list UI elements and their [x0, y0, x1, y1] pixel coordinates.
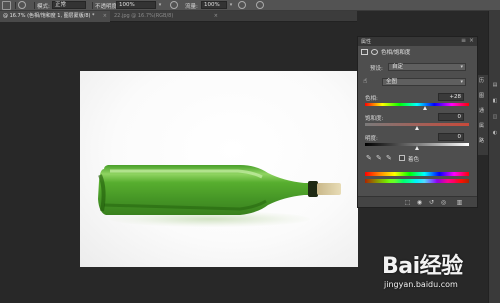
tab-active-document[interactable]: @ 16.7% (色相/饱和度 1, 图层蒙版/8) * × — [0, 11, 110, 22]
source-color-bar — [365, 172, 469, 176]
options-bar: 模式: 正常 不透明度: 100% ▾ 流量: 100% ▾ — [0, 0, 500, 11]
close-tab-icon[interactable]: × — [103, 11, 107, 22]
pressure-size-icon[interactable] — [256, 1, 264, 9]
canvas-area[interactable] — [0, 22, 358, 303]
brush-preset-icon[interactable] — [18, 1, 26, 9]
colorize-label: 着色 — [408, 157, 420, 163]
opacity-dropdown-icon[interactable]: ▾ — [157, 2, 163, 8]
hue-label: 色相: — [365, 96, 378, 102]
eyedropper-plus-icon[interactable]: ✎ — [376, 154, 384, 162]
side-tab-history[interactable]: 历 — [479, 77, 487, 86]
close-tab-icon[interactable]: × — [214, 11, 218, 22]
document-tab-bar: @ 16.7% (色相/饱和度 1, 图层蒙版/8) * × 22.jpg @ … — [0, 11, 357, 22]
saturation-label: 饱和度: — [365, 116, 384, 122]
visibility-eye-icon[interactable]: ◎ — [440, 199, 447, 206]
tab-label: @ 16.7% (色相/饱和度 1, 图层蒙版/8) * — [3, 13, 95, 19]
hue-slider-track[interactable] — [365, 103, 469, 106]
opacity-field[interactable]: 100% — [116, 1, 156, 9]
layer-mask-icon[interactable] — [371, 49, 378, 55]
properties-panel: 属性 ≡ × 色相/饱和度 预设: 自定 ▾ ☝ 全图 ▾ 色相: +28 饱和… — [357, 36, 478, 208]
divider — [92, 2, 93, 9]
adjustments-icon[interactable]: ◐ — [491, 129, 499, 137]
preset-label: 预设: — [370, 66, 383, 72]
lightness-field[interactable]: 0 — [438, 133, 464, 141]
trash-icon[interactable]: ▥ — [456, 199, 463, 206]
view-previous-icon[interactable]: ◉ — [416, 199, 423, 206]
pressure-opacity-icon[interactable] — [170, 1, 178, 9]
brush-tool-icon[interactable] — [2, 1, 11, 10]
result-color-bar — [365, 179, 469, 183]
hue-field[interactable]: +28 — [438, 93, 464, 101]
lightness-label: 明度: — [365, 136, 378, 142]
watermark-url: jingyan.baidu.com — [384, 280, 458, 289]
channel-value: 全图 — [386, 79, 398, 85]
watermark-logo: Bai经验 — [382, 254, 463, 279]
tab-22-jpg[interactable]: 22.jpg @ 16.7%(RGB/8) × — [111, 11, 221, 22]
panel-title: 属性 — [361, 39, 372, 45]
preset-value: 自定 — [392, 64, 404, 70]
history-icon[interactable]: ▤ — [491, 81, 499, 89]
green-bottle-image — [98, 165, 341, 215]
channels-icon[interactable]: ◫ — [491, 113, 499, 121]
saturation-field[interactable]: 0 — [438, 113, 464, 121]
eyedropper-minus-icon[interactable]: ✎ — [386, 154, 394, 162]
divider — [15, 2, 16, 9]
chevron-down-icon: ▾ — [460, 79, 463, 85]
airbrush-icon[interactable] — [238, 1, 246, 9]
side-tab-layers[interactable]: 图 — [479, 92, 487, 101]
divider — [34, 2, 35, 9]
close-icon[interactable]: × — [469, 37, 474, 44]
bottle-cork — [317, 183, 341, 195]
hue-slider-thumb[interactable] — [422, 106, 427, 110]
side-tab-paths[interactable]: 路 — [479, 137, 487, 146]
document-canvas[interactable] — [80, 71, 358, 267]
flow-dropdown-icon[interactable]: ▾ — [228, 2, 234, 8]
flow-label: 流量: — [185, 4, 198, 10]
lightness-slider-thumb[interactable] — [414, 146, 419, 150]
mode-select[interactable]: 正常 — [52, 1, 86, 9]
collapsed-panels: 历 图 通 属 路 — [478, 75, 488, 155]
tab-label: 22.jpg @ 16.7%(RGB/8) — [114, 13, 174, 19]
layers-icon[interactable]: ◧ — [491, 97, 499, 105]
clip-to-layer-icon[interactable]: ⬚ — [404, 199, 411, 206]
channel-select[interactable]: 全图 ▾ — [382, 78, 466, 86]
flow-field[interactable]: 100% — [201, 1, 227, 9]
adjustment-layer-icon — [361, 49, 368, 55]
baidu-jingyan-watermark: Bai经验 jingyan.baidu.com — [382, 248, 500, 303]
bottle-neck-ring — [308, 181, 318, 197]
side-tab-properties[interactable]: 属 — [479, 122, 487, 131]
reset-icon[interactable]: ↺ — [428, 199, 435, 206]
preset-select[interactable]: 自定 ▾ — [388, 63, 466, 71]
adjustment-title: 色相/饱和度 — [381, 50, 411, 56]
panel-footer: ⬚ ◉ ↺ ◎ ▥ — [358, 196, 477, 207]
panel-menu-icon[interactable]: ≡ — [461, 37, 466, 44]
colorize-checkbox[interactable] — [399, 155, 405, 161]
targeted-adjustment-hand-icon[interactable]: ☝ — [363, 77, 371, 85]
chevron-down-icon: ▾ — [460, 64, 463, 70]
side-tab-channels[interactable]: 通 — [479, 107, 487, 116]
mode-label: 模式: — [37, 4, 50, 10]
saturation-slider-thumb[interactable] — [414, 126, 419, 130]
eyedropper-icon[interactable]: ✎ — [366, 154, 374, 162]
panel-titlebar[interactable]: 属性 ≡ × — [358, 37, 477, 46]
